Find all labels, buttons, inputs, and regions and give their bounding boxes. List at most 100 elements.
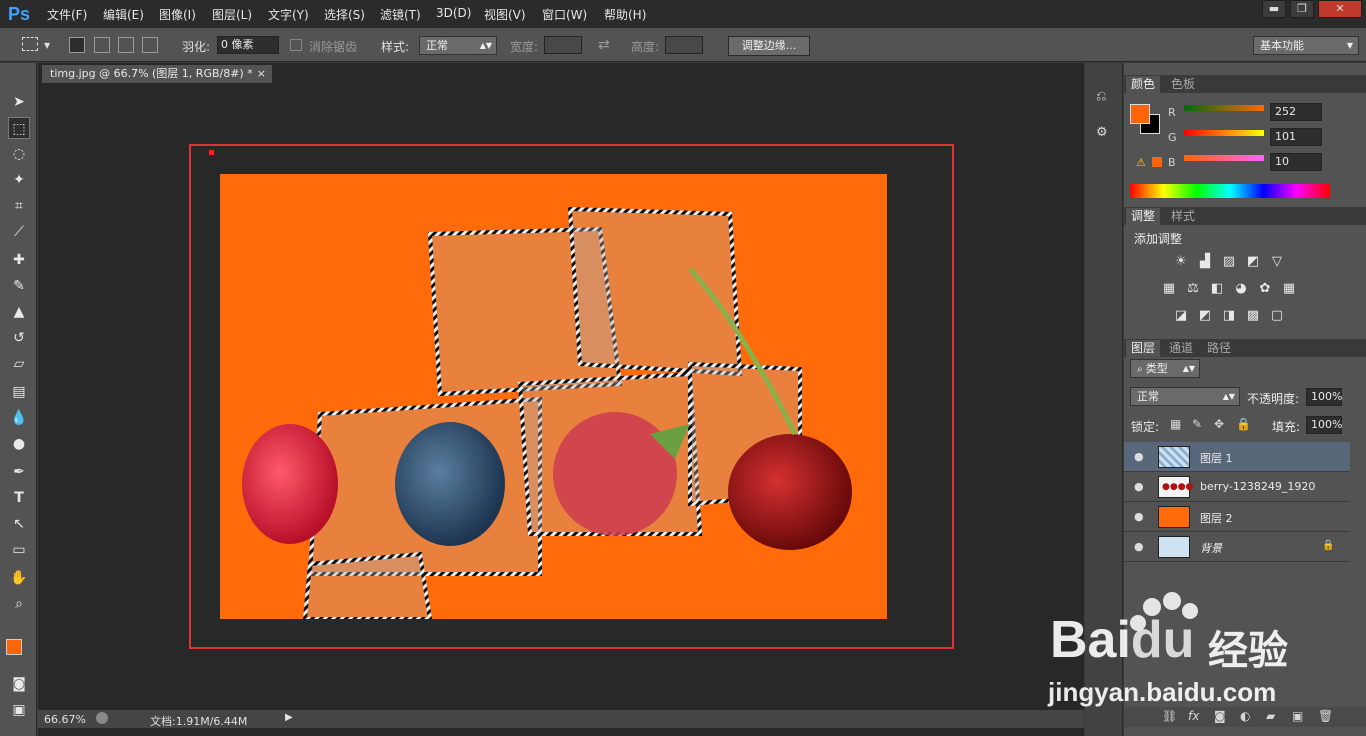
height-input[interactable]: [665, 36, 703, 54]
curves-icon[interactable]: ▨: [1221, 254, 1237, 270]
menu-select[interactable]: 选择(S): [324, 6, 365, 23]
exposure-icon[interactable]: ◩: [1245, 254, 1261, 270]
layer-row[interactable]: ● 图层 1: [1124, 442, 1350, 472]
menu-type[interactable]: 文字(Y): [268, 6, 309, 23]
style-select[interactable]: 正常 ▲▼: [419, 36, 497, 55]
threshold-icon[interactable]: ◨: [1221, 308, 1237, 324]
gradient-tool-icon[interactable]: ▤: [8, 381, 30, 403]
antialias-checkbox[interactable]: [290, 39, 302, 51]
marquee-tool-icon[interactable]: ⬚: [8, 117, 30, 139]
quick-mask-icon[interactable]: ◙: [8, 673, 30, 695]
tab-layers[interactable]: 图层: [1126, 340, 1161, 357]
minimize-button[interactable]: ▬: [1262, 0, 1286, 18]
tab-color[interactable]: 颜色: [1126, 76, 1161, 93]
menu-layer[interactable]: 图层(L): [212, 6, 252, 23]
color-lookup-icon[interactable]: ▦: [1281, 281, 1297, 297]
restore-button[interactable]: ❐: [1290, 0, 1314, 18]
history-brush-icon[interactable]: ↺: [8, 327, 30, 349]
blur-tool-icon[interactable]: 💧: [8, 407, 30, 429]
menu-3d[interactable]: 3D(D): [436, 6, 471, 20]
warning-icon[interactable]: ⚠: [1136, 156, 1146, 169]
eye-icon[interactable]: ●: [1134, 540, 1144, 553]
lasso-tool-icon[interactable]: ◌: [8, 143, 30, 165]
healing-brush-icon[interactable]: ✚: [8, 249, 30, 271]
path-select-icon[interactable]: ↖: [8, 513, 30, 535]
lock-all-icon[interactable]: 🔒: [1236, 417, 1251, 431]
eraser-tool-icon[interactable]: ▱: [8, 353, 30, 375]
gradient-map-icon[interactable]: ▩: [1245, 308, 1261, 324]
r-slider[interactable]: [1184, 105, 1264, 111]
new-selection-icon[interactable]: [69, 37, 85, 53]
tab-channels[interactable]: 通道: [1164, 340, 1198, 357]
chevron-down-icon[interactable]: ▼: [44, 41, 50, 50]
layer-row[interactable]: ● 背景 🔒: [1124, 532, 1350, 562]
selective-color-icon[interactable]: ▢: [1269, 308, 1285, 324]
zoom-level[interactable]: 66.67%: [44, 713, 86, 726]
crop-tool-icon[interactable]: ⌗: [8, 195, 30, 217]
menu-edit[interactable]: 编辑(E): [103, 6, 144, 23]
hue-saturation-icon[interactable]: ▦: [1161, 281, 1177, 297]
swap-icon[interactable]: ⇄: [598, 37, 610, 53]
add-to-selection-icon[interactable]: [94, 37, 110, 53]
eye-icon[interactable]: ●: [1134, 510, 1144, 523]
brightness-icon[interactable]: ☀: [1173, 254, 1189, 270]
stamp-tool-icon[interactable]: ▲: [8, 301, 30, 323]
posterize-icon[interactable]: ◩: [1197, 308, 1213, 324]
layer-name[interactable]: 背景: [1200, 540, 1222, 556]
document-tab[interactable]: timg.jpg @ 66.7% (图层 1, RGB/8#) * ×: [42, 65, 272, 83]
photo-filter-icon[interactable]: ◕: [1233, 281, 1249, 297]
subtract-selection-icon[interactable]: [118, 37, 134, 53]
lock-pixels-icon[interactable]: ▦: [1170, 417, 1181, 431]
dodge-tool-icon[interactable]: ●: [8, 433, 30, 455]
eye-icon[interactable]: ●: [1134, 480, 1144, 493]
pen-tool-icon[interactable]: ✒: [8, 461, 30, 483]
screen-mode-icon[interactable]: ▣: [8, 699, 30, 721]
tab-swatches[interactable]: 色板: [1166, 76, 1200, 93]
r-value-input[interactable]: 252: [1270, 103, 1322, 121]
b-value-input[interactable]: 10: [1270, 153, 1322, 171]
tab-paths[interactable]: 路径: [1202, 340, 1236, 357]
fill-input[interactable]: 100%: [1306, 416, 1342, 434]
move-tool-icon[interactable]: ➤: [8, 91, 30, 113]
eye-icon[interactable]: ●: [1134, 450, 1144, 463]
menu-file[interactable]: 文件(F): [47, 6, 87, 23]
menu-window[interactable]: 窗口(W): [542, 6, 587, 23]
blend-mode-select[interactable]: 正常 ▲▼: [1130, 387, 1240, 406]
type-tool-icon[interactable]: T: [8, 487, 30, 509]
layer-name[interactable]: 图层 1: [1200, 450, 1233, 466]
workspace-select[interactable]: 基本功能 ▼: [1253, 36, 1359, 55]
channel-mixer-icon[interactable]: ✿: [1257, 281, 1273, 297]
menu-view[interactable]: 视图(V): [484, 6, 526, 23]
close-icon[interactable]: ×: [257, 65, 266, 83]
foreground-color-swatch[interactable]: [6, 639, 22, 655]
vibrance-icon[interactable]: ▽: [1269, 254, 1285, 270]
width-input[interactable]: [544, 36, 582, 54]
lock-position-icon[interactable]: ✥: [1214, 417, 1224, 431]
b-slider[interactable]: [1184, 155, 1264, 161]
lock-brush-icon[interactable]: ✎: [1192, 417, 1202, 431]
rectangle-tool-icon[interactable]: ▭: [8, 539, 30, 561]
layer-name[interactable]: 图层 2: [1200, 510, 1233, 526]
eyedropper-icon[interactable]: ⟋: [8, 221, 30, 243]
black-white-icon[interactable]: ◧: [1209, 281, 1225, 297]
g-slider[interactable]: [1184, 130, 1264, 136]
marquee-preset-icon[interactable]: [22, 37, 38, 51]
intersect-selection-icon[interactable]: [142, 37, 158, 53]
properties-panel-icon[interactable]: ⚙: [1096, 125, 1112, 143]
color-spectrum[interactable]: [1130, 184, 1330, 198]
menu-filter[interactable]: 滤镜(T): [380, 6, 421, 23]
layer-row[interactable]: ● ●●●● berry-1238249_1920: [1124, 472, 1350, 502]
menu-image[interactable]: 图像(I): [159, 6, 196, 23]
gamut-swatch[interactable]: [1152, 157, 1162, 167]
menu-help[interactable]: 帮助(H): [604, 6, 646, 23]
opacity-input[interactable]: 100%: [1306, 388, 1342, 406]
refine-edge-button[interactable]: 调整边缘...: [728, 36, 810, 56]
g-value-input[interactable]: 101: [1270, 128, 1322, 146]
magic-wand-icon[interactable]: ✦: [8, 169, 30, 191]
hand-tool-icon[interactable]: ✋: [8, 567, 30, 589]
color-balance-icon[interactable]: ⚖: [1185, 281, 1201, 297]
levels-icon[interactable]: ▟: [1197, 254, 1213, 270]
zoom-tool-icon[interactable]: ⌕: [8, 593, 30, 615]
status-menu-arrow-icon[interactable]: ▶: [285, 712, 293, 723]
layer-name[interactable]: berry-1238249_1920: [1200, 480, 1315, 493]
